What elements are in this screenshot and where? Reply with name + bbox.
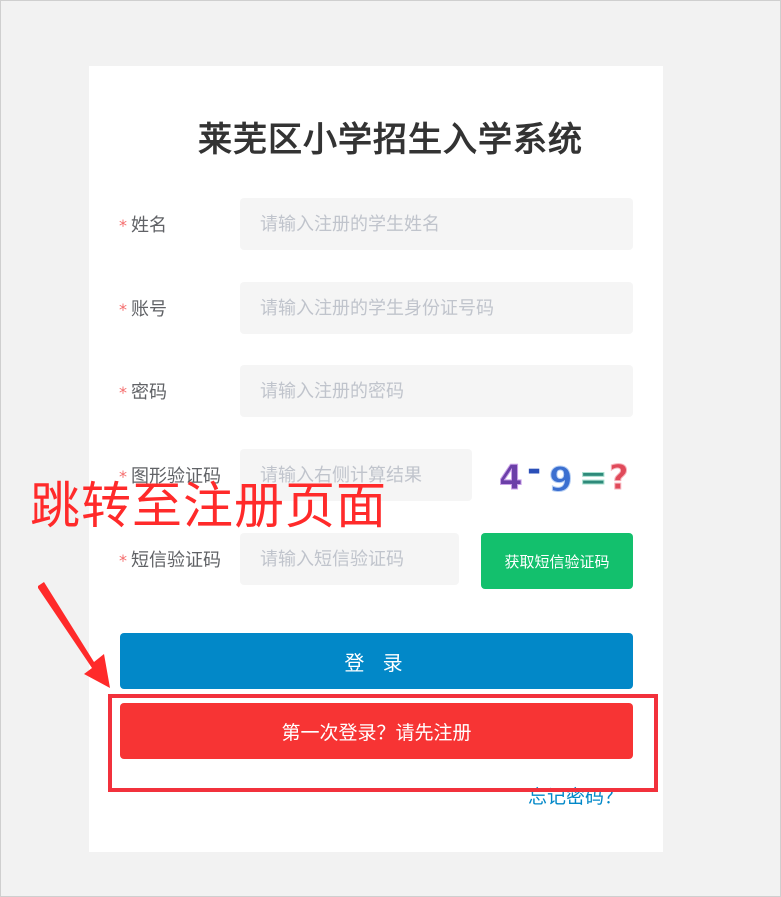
required-mark: * <box>119 216 127 235</box>
account-input[interactable] <box>240 282 633 334</box>
annotation-text: 跳转至注册页面 <box>30 477 387 535</box>
name-label: * 姓名 <box>119 211 167 237</box>
account-label-text: 账号 <box>131 299 167 320</box>
page-title: 莱芜区小学招生入学系统 <box>198 120 583 160</box>
sms-label: * 短信验证码 <box>119 546 221 572</box>
name-label-text: 姓名 <box>131 215 167 236</box>
account-label: * 账号 <box>119 295 167 321</box>
sms-code-input[interactable] <box>240 533 459 585</box>
required-mark: * <box>119 300 127 319</box>
password-label-text: 密码 <box>131 382 167 403</box>
required-mark: * <box>119 383 127 402</box>
captcha-char: - <box>527 453 541 490</box>
get-sms-code-button[interactable]: 获取短信验证码 <box>481 533 633 589</box>
captcha-image[interactable]: 4 - 9 = ? <box>497 453 637 499</box>
captcha-char: 9 <box>549 460 573 499</box>
required-mark: * <box>119 551 127 570</box>
captcha-char: = <box>579 458 608 498</box>
login-button[interactable]: 登 录 <box>120 633 633 689</box>
name-input[interactable] <box>240 198 633 250</box>
annotation-highlight-box <box>108 694 658 792</box>
captcha-char: 4 <box>499 458 523 498</box>
captcha-char: ? <box>609 458 629 498</box>
password-label: * 密码 <box>119 378 167 404</box>
password-input[interactable] <box>240 365 633 417</box>
annotation-arrow-icon <box>38 582 110 688</box>
sms-label-text: 短信验证码 <box>131 550 221 571</box>
